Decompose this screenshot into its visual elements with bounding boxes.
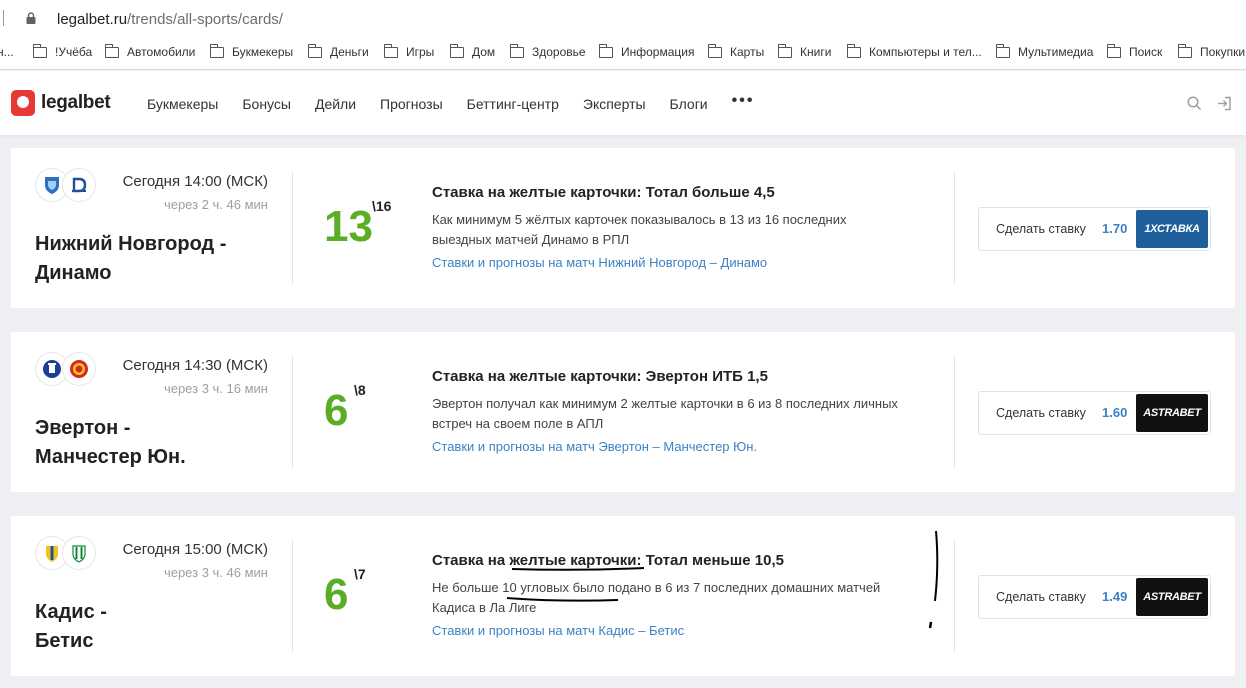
handwritten-annotation	[506, 530, 939, 629]
underline-mark	[506, 597, 619, 602]
exclamation-mark	[934, 530, 939, 602]
underline-mark	[511, 567, 645, 571]
exclamation-dot	[928, 621, 933, 629]
